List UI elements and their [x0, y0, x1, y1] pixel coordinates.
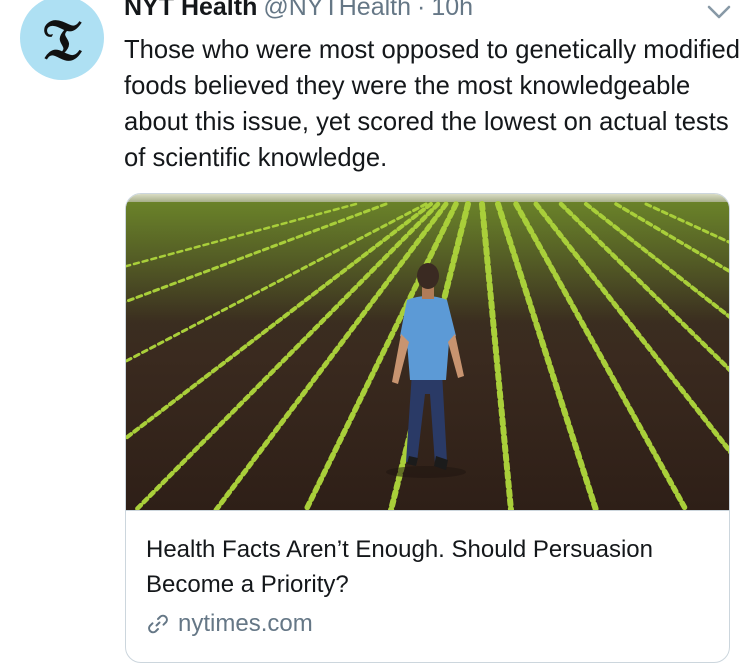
author-handle[interactable]: @NYTHealth: [263, 0, 411, 21]
chevron-down-icon[interactable]: [706, 4, 732, 20]
tweet-header: NYT Health @NYTHealth · 10h: [124, 0, 473, 24]
card-domain: nytimes.com: [178, 610, 313, 637]
link-icon: [148, 614, 168, 634]
avatar[interactable]: 𝔗: [20, 0, 104, 80]
nyt-t-logo-icon: 𝔗: [42, 6, 82, 74]
tweet[interactable]: 𝔗 NYT Health @NYTHealth · 10h Those who wer…: [0, 0, 750, 666]
card-domain-row[interactable]: nytimes.com: [146, 606, 313, 642]
author-display-name[interactable]: NYT Health: [124, 0, 257, 21]
link-preview-card[interactable]: Health Facts Aren’t Enough. Should Persu…: [125, 193, 730, 663]
card-title[interactable]: Health Facts Aren’t Enough. Should Persu…: [146, 532, 716, 602]
tweet-timestamp[interactable]: 10h: [431, 0, 473, 21]
header-separator: ·: [417, 0, 426, 21]
tweet-text: Those who were most opposed to genetical…: [124, 36, 741, 172]
card-image[interactable]: [126, 194, 730, 511]
